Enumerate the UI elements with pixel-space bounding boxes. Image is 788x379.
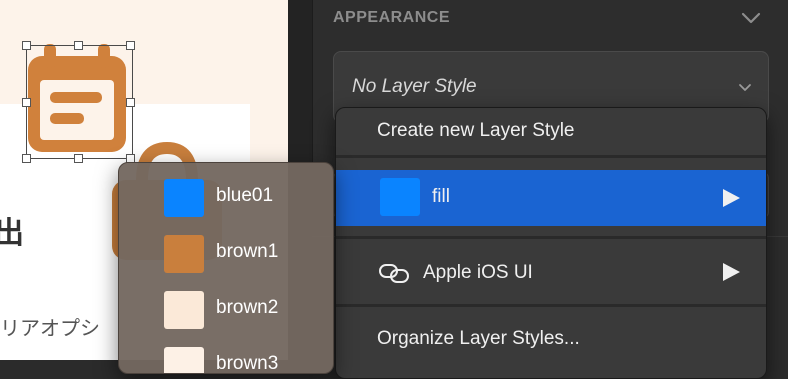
- canvas-heading-char[interactable]: 出: [0, 208, 24, 252]
- submenu-item-blue01[interactable]: blue01: [119, 163, 333, 217]
- color-variable-submenu: blue01 brown1 brown2 brown3: [118, 162, 334, 374]
- chevron-down-icon: [739, 84, 751, 91]
- link-icon: [379, 264, 409, 283]
- menu-item-fill[interactable]: fill: [336, 170, 766, 226]
- menu-separator: [336, 155, 766, 158]
- submenu-arrow-icon: [723, 263, 740, 281]
- menu-item-organize-layer-styles[interactable]: Organize Layer Styles...: [336, 318, 766, 358]
- resize-handle-top[interactable]: [74, 41, 83, 50]
- canvas-body-text[interactable]: リアオプシ: [0, 312, 100, 341]
- menu-separator: [336, 304, 766, 307]
- submenu-item-brown1[interactable]: brown1: [119, 219, 333, 273]
- color-name: brown2: [216, 297, 279, 318]
- submenu-item-brown3[interactable]: brown3: [119, 331, 333, 374]
- resize-handle-top-right[interactable]: [126, 41, 135, 50]
- color-swatch: [164, 347, 204, 373]
- resize-handle-right[interactable]: [126, 98, 135, 107]
- layer-style-select-value: No Layer Style: [352, 76, 477, 97]
- fill-color-swatch: [380, 178, 420, 216]
- selection-bounds: [26, 45, 133, 159]
- resize-handle-bottom[interactable]: [74, 154, 83, 163]
- resize-handle-bottom-left[interactable]: [22, 154, 31, 163]
- color-name: brown3: [216, 353, 279, 374]
- menu-item-apple-ios-ui[interactable]: Apple iOS UI: [336, 252, 766, 292]
- color-swatch: [164, 235, 204, 273]
- color-name: brown1: [216, 241, 279, 262]
- menu-separator: [336, 236, 766, 239]
- color-swatch: [164, 179, 204, 217]
- collapse-chevron-icon[interactable]: [740, 10, 762, 26]
- menu-item-label: fill: [432, 186, 450, 207]
- submenu-item-brown2[interactable]: brown2: [119, 275, 333, 329]
- resize-handle-top-left[interactable]: [22, 41, 31, 50]
- appearance-section-title: APPEARANCE: [333, 9, 451, 26]
- menu-item-label: Organize Layer Styles...: [377, 328, 580, 349]
- layer-style-menu: Create new Layer Style fill Apple iOS UI…: [335, 107, 767, 379]
- color-swatch: [164, 291, 204, 329]
- submenu-arrow-icon: [723, 189, 740, 207]
- color-name: blue01: [216, 185, 274, 206]
- menu-item-label: Apple iOS UI: [423, 262, 533, 283]
- menu-item-label: Create new Layer Style: [377, 120, 575, 141]
- menu-item-create-layer-style[interactable]: Create new Layer Style: [336, 110, 766, 150]
- resize-handle-left[interactable]: [22, 98, 31, 107]
